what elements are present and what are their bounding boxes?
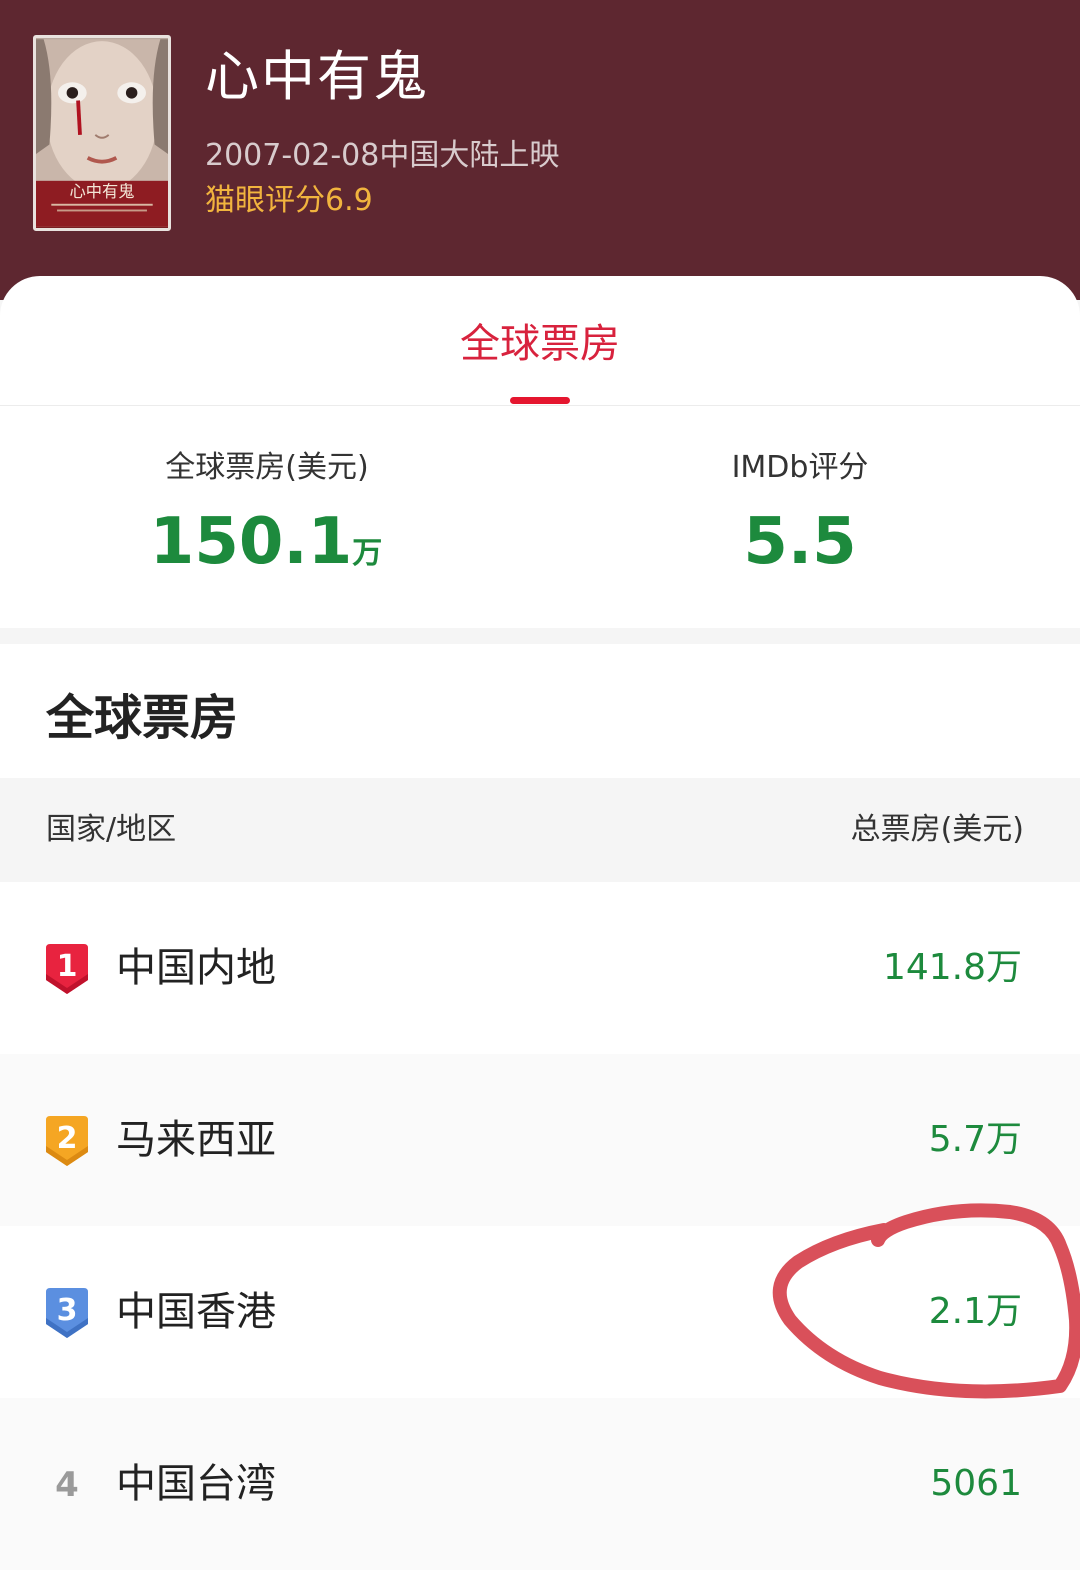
movie-header: 心中有鬼 心中有鬼 2007-02-08中国大陆上映 猫眼评分6.9 xyxy=(0,0,1080,300)
rank-2-badge-icon: 2 xyxy=(44,1114,90,1168)
tab-active-indicator xyxy=(510,397,570,404)
box-office-amount: 141.8万 xyxy=(882,947,1022,988)
table-row[interactable]: 1 中国内地 141.8万 xyxy=(0,882,1080,1054)
region-name: 马来西亚 xyxy=(116,1117,276,1163)
svg-text:心中有鬼: 心中有鬼 xyxy=(70,182,135,201)
global-box-office-number: 150.1 xyxy=(149,505,353,579)
imdb-score-label: IMDb评分 xyxy=(731,450,869,485)
box-office-amount: 5.7万 xyxy=(928,1119,1022,1160)
page: 心中有鬼 心中有鬼 2007-02-08中国大陆上映 猫眼评分6.9 全球票房 … xyxy=(0,0,1080,1588)
column-header-region: 国家/地区 xyxy=(46,812,177,847)
global-box-office-label: 全球票房(美元) xyxy=(165,450,369,485)
box-office-section: 全球票房 国家/地区 总票房(美元) 1 中国内地 141.8万 2 马来西亚 … xyxy=(0,644,1080,1588)
tab-bar: 全球票房 xyxy=(0,276,1080,406)
table-row[interactable]: 3 中国香港 2.1万 xyxy=(0,1226,1080,1398)
rank-3-badge-icon: 3 xyxy=(44,1286,90,1340)
rank-1-badge-icon: 1 xyxy=(44,942,90,996)
section-title: 全球票房 xyxy=(46,690,239,746)
release-date: 2007-02-08中国大陆上映 xyxy=(205,138,560,173)
box-office-amount: 2.1万 xyxy=(928,1291,1022,1332)
stats-summary: 全球票房(美元) 150.1万 IMDb评分 5.5 xyxy=(0,406,1080,628)
box-office-amount: 5061 xyxy=(930,1463,1022,1504)
section-divider xyxy=(0,628,1080,644)
tab-global-box-office[interactable]: 全球票房 xyxy=(0,318,1080,370)
maoyan-score: 猫眼评分6.9 xyxy=(205,183,373,218)
poster-image: 心中有鬼 xyxy=(36,39,168,227)
movie-poster[interactable]: 心中有鬼 xyxy=(33,35,171,231)
region-name: 中国台湾 xyxy=(116,1461,276,1507)
table-row[interactable]: 4 中国台湾 5061 xyxy=(0,1398,1080,1570)
column-header-total: 总票房(美元) xyxy=(850,812,1024,847)
global-box-office-unit: 万 xyxy=(352,536,383,571)
rank-number: 3 xyxy=(57,1293,78,1328)
region-name: 中国香港 xyxy=(116,1289,276,1335)
rank-number: 1 xyxy=(57,949,78,984)
table-header: 国家/地区 总票房(美元) xyxy=(0,778,1080,882)
region-name: 中国内地 xyxy=(116,945,276,991)
global-box-office-value: 150.1万 xyxy=(0,502,536,594)
imdb-score-value: 5.5 xyxy=(743,505,857,579)
rank-number: 4 xyxy=(55,1465,79,1505)
movie-title: 心中有鬼 xyxy=(205,45,429,108)
table-row[interactable]: 2 马来西亚 5.7万 xyxy=(0,1054,1080,1226)
rank-number: 2 xyxy=(57,1121,78,1156)
